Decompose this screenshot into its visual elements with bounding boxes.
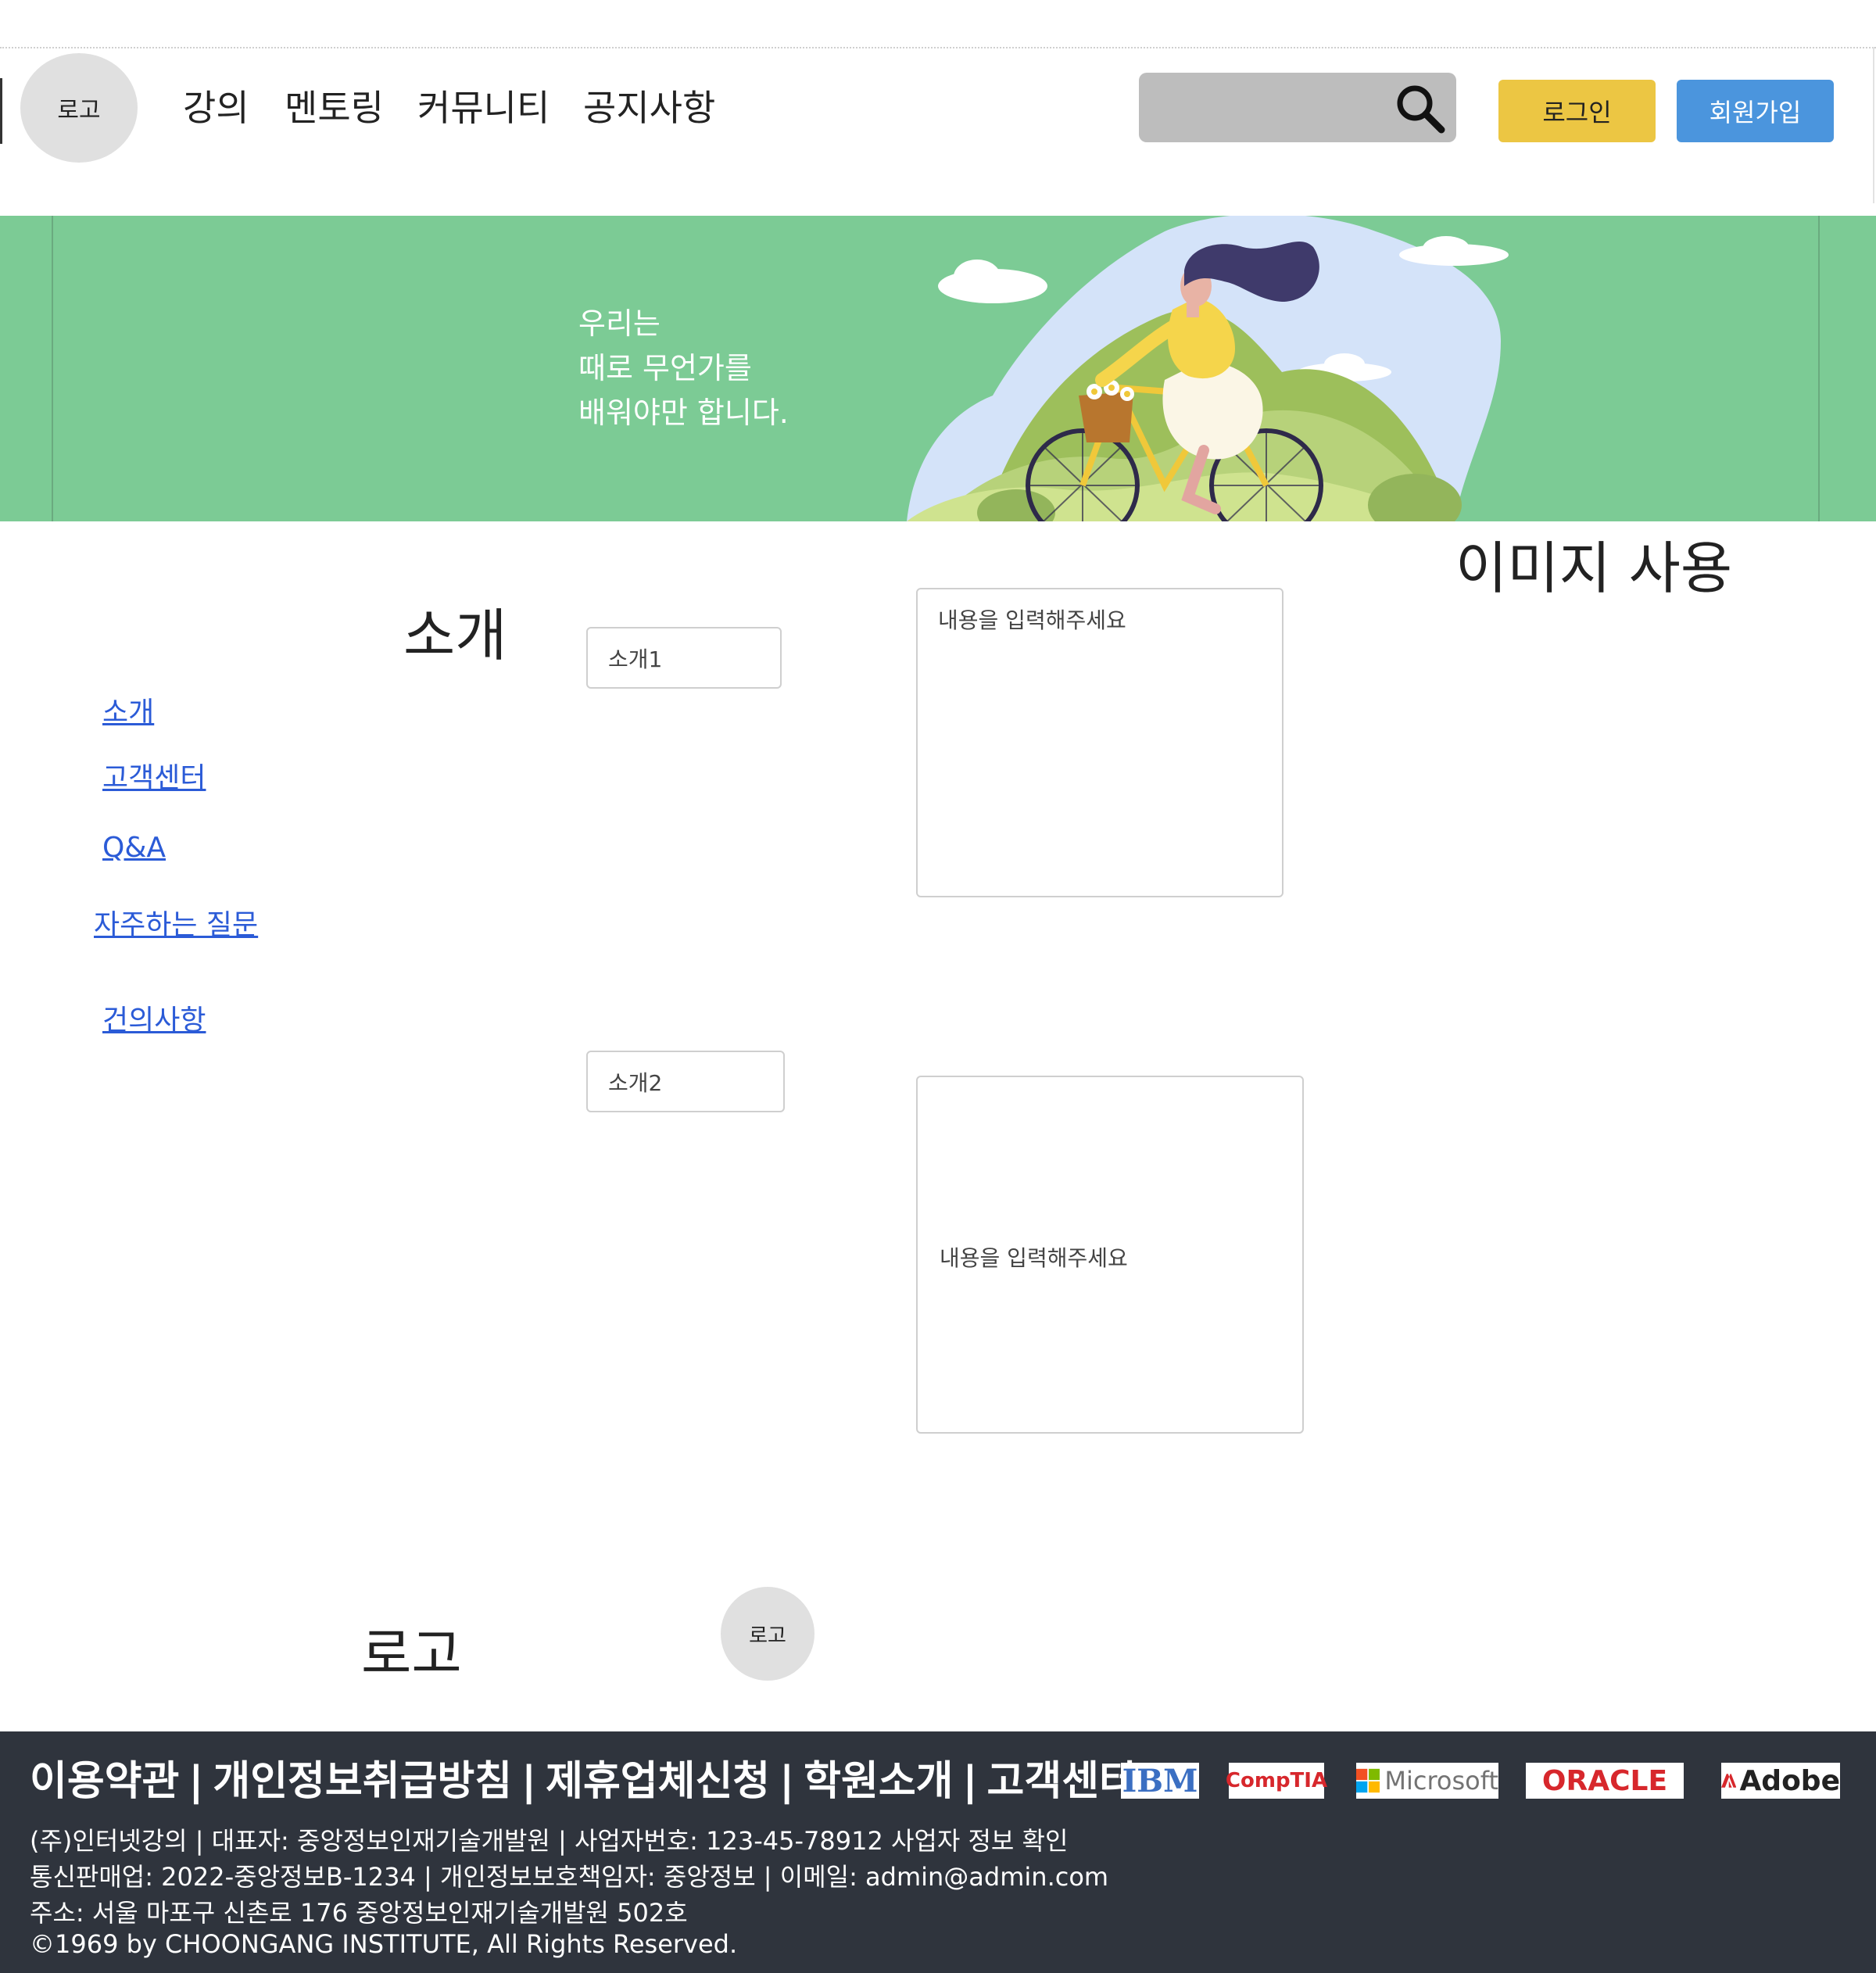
image-usage-note: 이미지 사용 [1455, 535, 1733, 601]
adobe-mark-icon [1721, 1774, 1737, 1788]
page-title: 소개 [403, 603, 507, 668]
partner-logo-microsoft[interactable]: Microsoft [1356, 1763, 1498, 1799]
intro2-content-textarea[interactable]: 내용을 입력해주세요 [916, 1076, 1304, 1434]
sidebar-item-customer-center[interactable]: 고객센터 [102, 755, 206, 796]
right-edge-bar [1873, 47, 1874, 203]
banner-line: 때로 무언가를 [578, 351, 752, 385]
partner-logo-oracle[interactable]: ORACLE [1526, 1763, 1684, 1799]
footer-separator: | [962, 1758, 978, 1805]
search-icon[interactable] [1393, 81, 1448, 136]
login-button[interactable]: 로그인 [1498, 80, 1656, 142]
partner-microsoft-name: Microsoft [1384, 1766, 1498, 1796]
intro2-content-placeholder: 내용을 입력해주세요 [940, 1245, 1128, 1271]
footer-separator: | [188, 1758, 204, 1805]
bottom-logo[interactable]: 로고 [721, 1587, 814, 1681]
sidebar-item-qna[interactable]: Q&A [102, 832, 166, 864]
partner-logo-comptia[interactable]: CompTIA [1226, 1763, 1327, 1799]
banner-line: 배워야만 합니다. [578, 396, 789, 430]
banner-divider [1818, 216, 1820, 521]
intro2-title-input[interactable] [586, 1051, 785, 1112]
site-logo-text: 로고 [57, 97, 101, 124]
company-info-line: (주)인터넷강의 | 대표자: 중앙정보인재기술개발원 | 사업자번호: 123… [30, 1826, 1069, 1856]
sidebar-item-faq[interactable]: 자주하는 질문 [94, 902, 258, 943]
site-logo[interactable]: 로고 [20, 53, 138, 163]
footer-separator: | [779, 1758, 795, 1805]
footer-link-privacy[interactable]: 개인정보취급방침 [213, 1758, 512, 1805]
sidebar-item-intro[interactable]: 소개 [102, 689, 154, 730]
partner-adobe-name: Adobe [1739, 1764, 1840, 1797]
microsoft-squares-icon [1356, 1768, 1380, 1793]
banner-divider [52, 216, 53, 521]
signup-button[interactable]: 회원가입 [1677, 80, 1834, 142]
header-top-border [0, 47, 1876, 48]
sidebar-item-suggestions[interactable]: 건의사항 [102, 997, 206, 1038]
company-info-line: 주소: 서울 마포구 신촌로 176 중앙정보인재기술개발원 502호 [30, 1898, 688, 1928]
footer-link-partnership[interactable]: 제휴업체신청 [546, 1758, 770, 1805]
copyright: ©1969 by CHOONGANG INSTITUTE, All Rights… [30, 1929, 738, 1959]
nav-item-community[interactable]: 커뮤니티 [417, 78, 550, 138]
footer-links: 이용약관 | 개인정보취급방침 | 제휴업체신청 | 학원소개 | 고객센터 [30, 1748, 1137, 1806]
footer-link-customer-center[interactable]: 고객센터 [987, 1758, 1137, 1805]
left-edge-bar [0, 78, 2, 144]
bottom-logo-text: 로고 [749, 1624, 786, 1648]
partner-logo-ibm[interactable]: IBM [1121, 1763, 1199, 1799]
footer-separator: | [521, 1758, 537, 1805]
nav-item-notice[interactable]: 공지사항 [583, 78, 715, 138]
bottom-logo-label: 로고 [361, 1622, 462, 1686]
banner-copy: 우리는 때로 무언가를 배워야만 합니다. [578, 302, 789, 435]
banner-line: 우리는 [578, 306, 661, 341]
intro1-content-textarea[interactable]: 내용을 입력해주세요 [916, 588, 1283, 897]
hero-banner: 우리는 때로 무언가를 배워야만 합니다. [0, 216, 1876, 521]
intro1-title-input[interactable] [586, 627, 782, 689]
partner-logo-adobe[interactable]: Adobe [1721, 1763, 1840, 1799]
nav-item-mentoring[interactable]: 멘토링 [285, 78, 384, 138]
intro1-content-placeholder: 내용을 입력해주세요 [938, 607, 1126, 633]
nav-item-lecture[interactable]: 강의 [183, 78, 249, 138]
company-info-line: 통신판매업: 2022-중앙정보B-1234 | 개인정보보호책임자: 중앙정보… [30, 1862, 1109, 1892]
cyclist-illustration [907, 216, 1509, 521]
footer-link-terms[interactable]: 이용약관 [30, 1758, 179, 1805]
footer-link-about[interactable]: 학원소개 [804, 1758, 953, 1805]
